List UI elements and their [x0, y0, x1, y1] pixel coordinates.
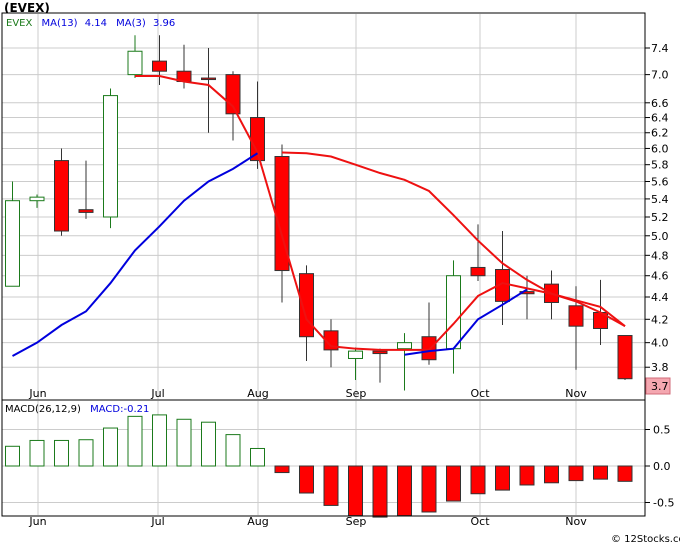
- macd-tick-label: 0.0: [653, 460, 671, 473]
- candle: [103, 88, 118, 229]
- candle-body-down: [54, 160, 69, 232]
- price-x-label: Aug: [247, 387, 268, 400]
- macd-bar-negative: [617, 465, 633, 482]
- macd-bar-positive: [201, 421, 216, 467]
- macd-bar-positive: [103, 427, 118, 467]
- last-price-label: 3.7: [651, 380, 669, 393]
- price-tick-label: 4.4: [651, 291, 669, 304]
- price-tick-label: 5.8: [651, 159, 669, 172]
- price-axis: 3.8 4.0 4.2 4.4 4.6 4.8 5.0 5.2 5.4 5.6 5.8 6.0 6.2 6…: [645, 42, 669, 374]
- candle: [617, 335, 633, 380]
- macd-bar-negative: [299, 465, 314, 494]
- candle-body-up: [397, 342, 412, 350]
- candle-body-up: [5, 200, 20, 287]
- stock-chart: (EVEX) 3.84.04.24.44.64.85.05.25.45.65.8…: [1, 1, 680, 545]
- price-tick-label: 5.0: [651, 230, 669, 243]
- macd-x-label: Oct: [470, 515, 490, 528]
- macd-legend-label: MACD(26,12,9): [5, 404, 81, 415]
- candle-body-up: [446, 275, 461, 350]
- candle-body-down: [470, 266, 486, 277]
- macd-bar-negative: [593, 465, 608, 480]
- macd-x-label: Jul: [150, 515, 164, 528]
- price-tick-label: 4.6: [651, 270, 669, 283]
- legend-symbol: EVEX: [6, 18, 32, 29]
- candle-body-down: [201, 77, 216, 81]
- macd-legend: MACD(26,12,9) MACD:-0.21: [5, 404, 149, 415]
- candle-body-up: [127, 50, 143, 76]
- macd-bar-negative: [348, 465, 363, 517]
- price-tick-label: 6.0: [651, 142, 669, 155]
- macd-tick-label: -0.5: [653, 497, 674, 510]
- macd-bar-positive: [5, 445, 20, 467]
- candle-body-down: [421, 336, 437, 361]
- candle-body-up: [348, 350, 363, 359]
- macd-x-label: Jun: [28, 515, 46, 528]
- candle-body-down: [372, 350, 388, 355]
- macd-tick-label: 0.5: [653, 424, 671, 437]
- macd-bar-negative: [397, 465, 412, 517]
- legend-ma3-value: 3.96: [153, 18, 175, 29]
- candle: [54, 148, 69, 236]
- macd-legend-value: MACD:-0.21: [90, 404, 149, 415]
- macd-bar-negative: [372, 465, 388, 518]
- macd-x-label: Aug: [247, 515, 268, 528]
- legend-ma13-value: 4.14: [85, 18, 107, 29]
- candle-body-down: [568, 305, 584, 327]
- macd-bar-negative: [446, 465, 461, 502]
- legend-ma3-label: MA(3): [116, 18, 146, 29]
- macd-bar-negative: [495, 465, 510, 491]
- price-tick-label: 6.4: [651, 112, 669, 125]
- candle-body-down: [152, 60, 167, 72]
- macd-bar-positive: [127, 415, 143, 467]
- price-tick-label: 5.6: [651, 175, 669, 188]
- macd-bar-positive: [250, 447, 265, 467]
- price-tick-label: 6.6: [651, 97, 669, 110]
- price-x-label: Sep: [346, 387, 367, 400]
- macd-bar-negative: [274, 465, 290, 474]
- price-tick-label: 7.4: [651, 42, 669, 55]
- legend-ma13-label: MA(13): [42, 18, 78, 29]
- macd-bar-negative: [519, 465, 535, 486]
- macd-bar-positive: [176, 418, 192, 467]
- price-tick-label: 5.4: [651, 193, 669, 206]
- macd-bar-negative: [323, 465, 339, 506]
- candle-body-up: [103, 95, 118, 218]
- price-tick-label: 3.8: [651, 361, 669, 374]
- macd-bar-positive: [29, 439, 45, 467]
- macd-bar-negative: [544, 465, 559, 484]
- price-tick-label: 4.8: [651, 249, 669, 262]
- macd-bar-negative: [568, 465, 584, 482]
- price-tick-label: 4.0: [651, 337, 669, 350]
- candle-body-down: [78, 209, 94, 213]
- macd-bar-negative: [470, 465, 486, 495]
- candle-body-up: [29, 196, 45, 202]
- candle-body-down: [617, 335, 633, 380]
- credit-text: © 12Stocks.com: [611, 534, 680, 545]
- macd-x-label: Nov: [565, 515, 587, 528]
- price-x-label: Jul: [150, 387, 164, 400]
- macd-bar-positive: [78, 439, 94, 467]
- macd-bar-positive: [225, 434, 241, 467]
- price-x-label: Jun: [28, 387, 46, 400]
- macd-bar-negative: [421, 465, 437, 513]
- price-tick-label: 5.2: [651, 211, 669, 224]
- macd-x-label: Sep: [346, 515, 367, 528]
- price-x-label: Nov: [565, 387, 587, 400]
- price-tick-label: 6.2: [651, 127, 669, 140]
- price-tick-label: 4.2: [651, 313, 669, 326]
- macd-bar-positive: [54, 439, 69, 467]
- price-x-label: Oct: [470, 387, 490, 400]
- price-tick-label: 7.0: [651, 69, 669, 82]
- macd-bar-positive: [152, 414, 167, 467]
